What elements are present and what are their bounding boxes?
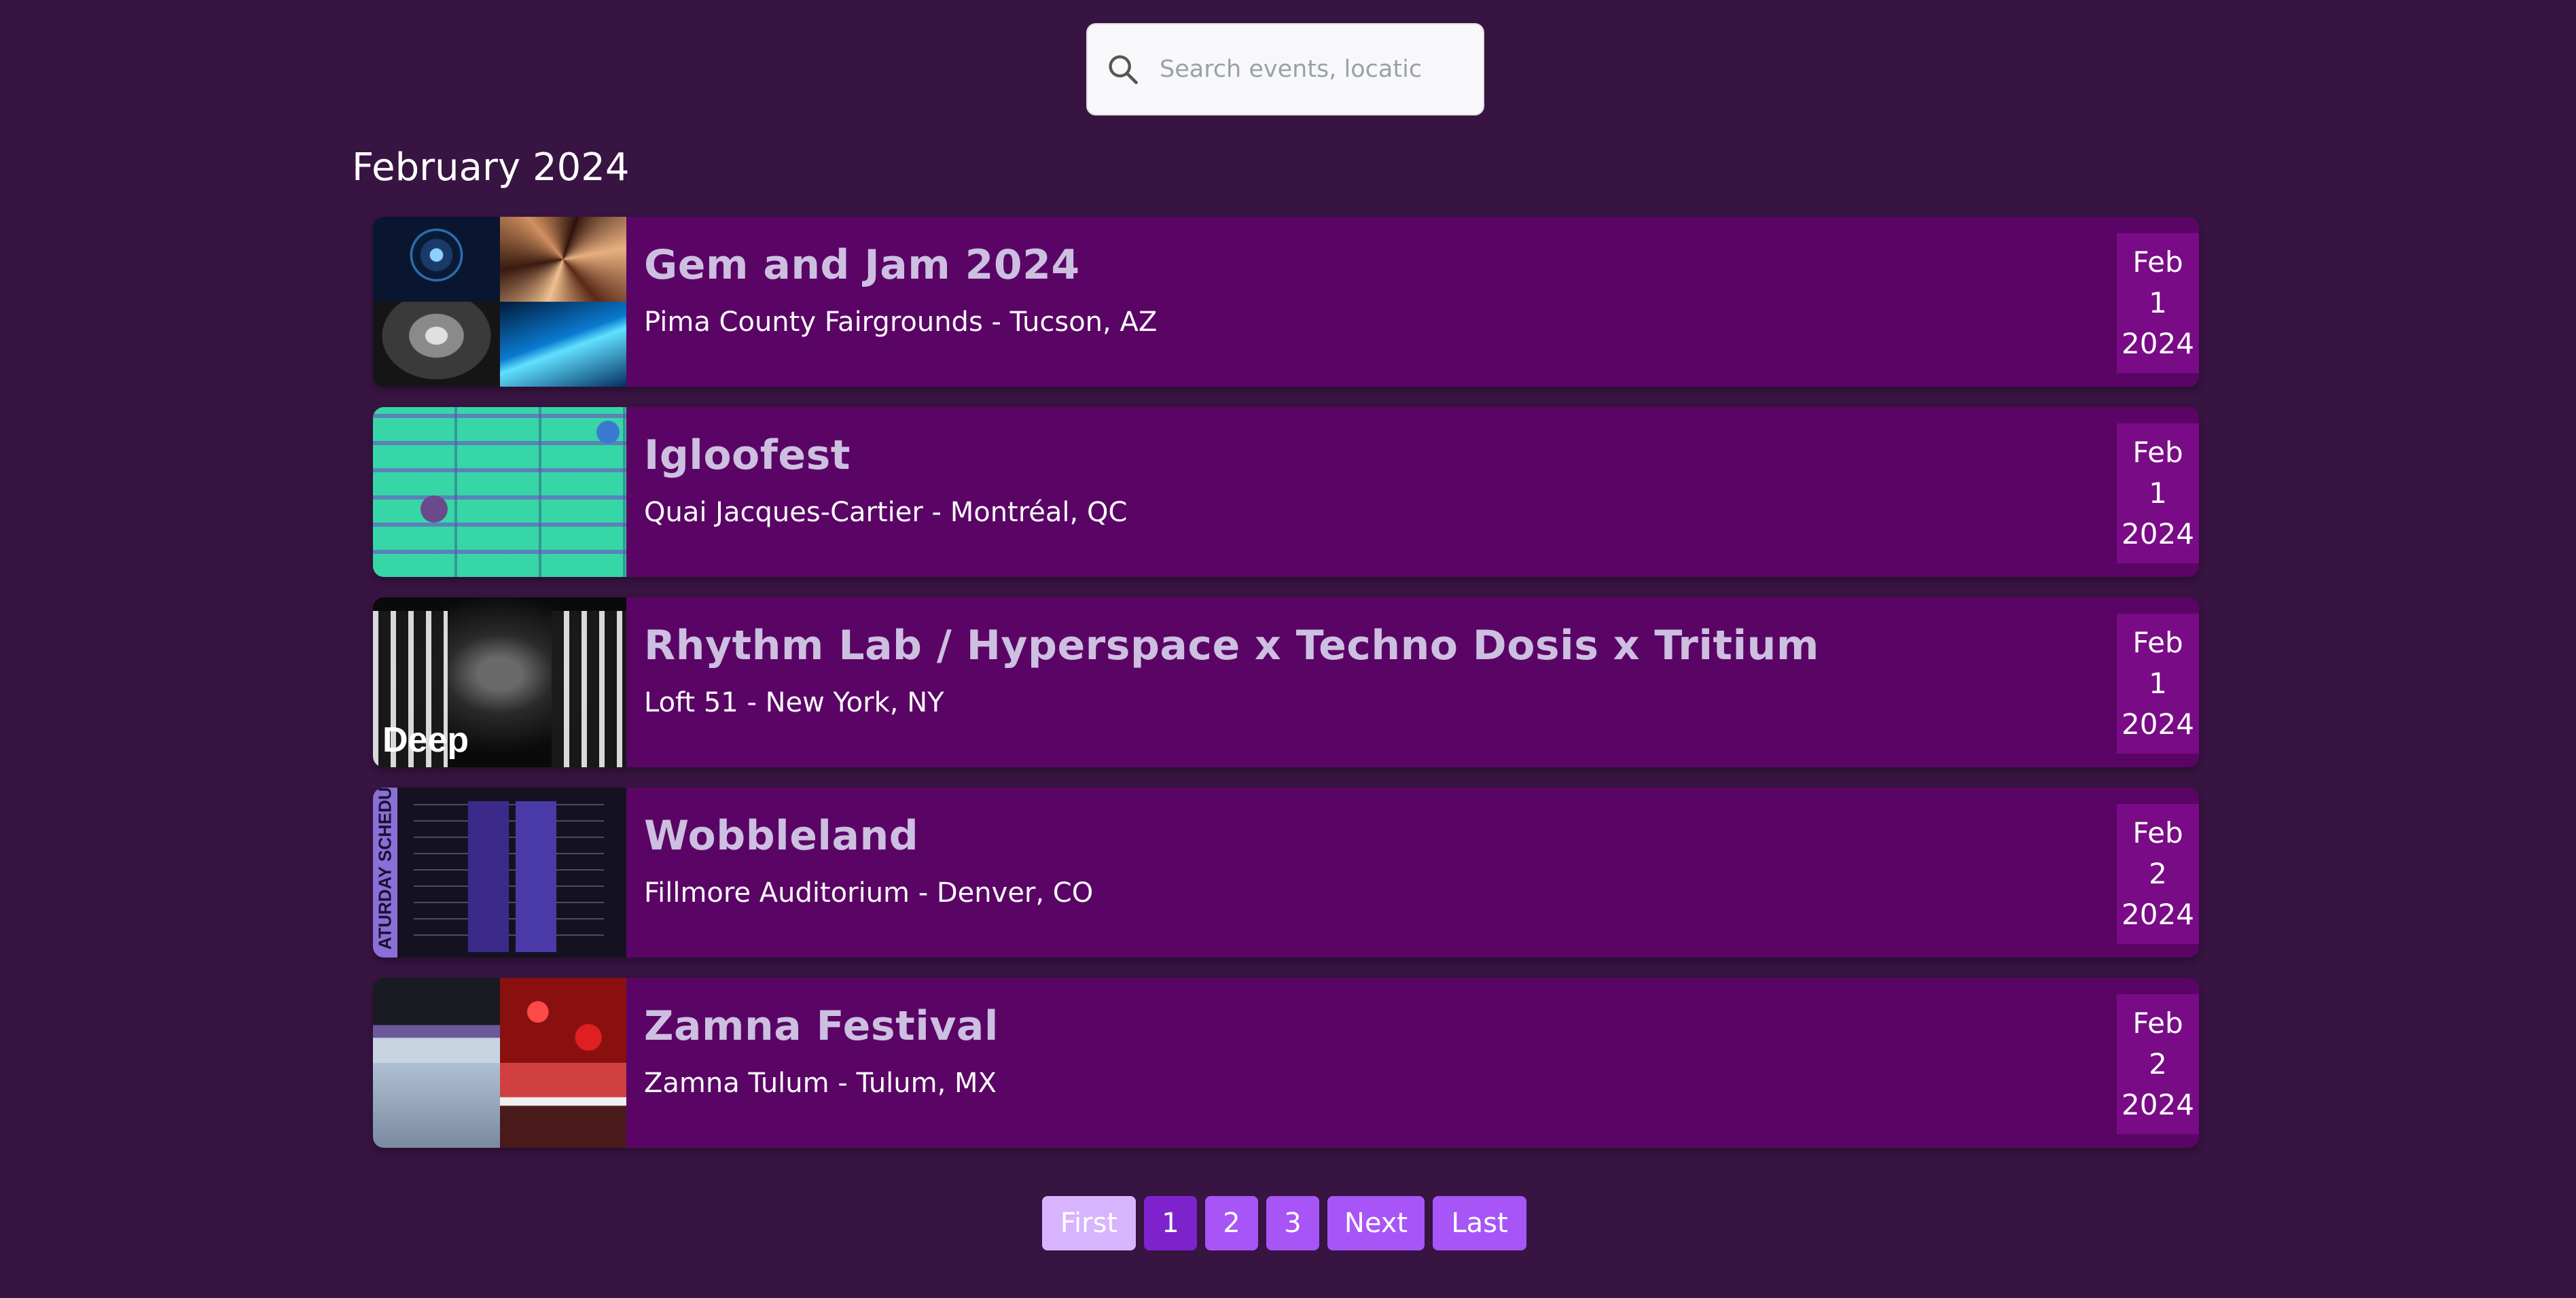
search-input[interactable] <box>1160 56 1431 83</box>
date-day: 2 <box>2149 857 2167 890</box>
event-title[interactable]: Gem and Jam 2024 <box>644 241 2199 289</box>
date-year: 2024 <box>2122 707 2194 741</box>
event-thumbnail <box>373 217 626 387</box>
first-page-button[interactable]: First <box>1042 1196 1136 1250</box>
event-thumbnail: ATURDAY SCHEDUL <box>373 788 626 958</box>
last-page-button[interactable]: Last <box>1433 1196 1526 1250</box>
event-title[interactable]: Wobbleland <box>644 812 2199 860</box>
event-date-badge: Feb 2 2024 <box>2117 804 2199 944</box>
search-icon <box>1109 55 1138 84</box>
search-box[interactable] <box>1086 23 1484 116</box>
date-year: 2024 <box>2122 517 2194 550</box>
date-year: 2024 <box>2122 1088 2194 1121</box>
thumbnail-caption: ATURDAY SCHEDUL <box>374 788 395 950</box>
event-card[interactable]: ATURDAY SCHEDUL Wobbleland Fillmore Audi… <box>373 788 2199 958</box>
event-date-badge: Feb 1 2024 <box>2117 614 2199 754</box>
thumbnail-caption: Deep <box>382 720 469 760</box>
event-card[interactable]: Zamna Festival Zamna Tulum - Tulum, MX F… <box>373 978 2199 1148</box>
date-year: 2024 <box>2122 327 2194 360</box>
date-day: 1 <box>2149 667 2167 700</box>
event-thumbnail <box>373 407 626 577</box>
date-month: Feb <box>2132 626 2183 659</box>
event-title[interactable]: Zamna Festival <box>644 1002 2199 1050</box>
date-month: Feb <box>2132 436 2183 469</box>
event-location: Loft 51 - New York, NY <box>644 687 944 718</box>
event-card[interactable]: Igloofest Quai Jacques-Cartier - Montréa… <box>373 407 2199 577</box>
event-location: Pima County Fairgrounds - Tucson, AZ <box>644 306 1158 338</box>
date-month: Feb <box>2132 245 2183 279</box>
month-heading: February 2024 <box>352 145 630 190</box>
event-title[interactable]: Igloofest <box>644 432 2199 479</box>
event-title[interactable]: Rhythm Lab / Hyperspace x Techno Dosis x… <box>644 622 2199 669</box>
page-2-button[interactable]: 2 <box>1205 1196 1258 1250</box>
event-location: Fillmore Auditorium - Denver, CO <box>644 877 1094 909</box>
event-date-badge: Feb 2 2024 <box>2117 994 2199 1134</box>
event-list: Gem and Jam 2024 Pima County Fairgrounds… <box>373 217 2199 1168</box>
date-year: 2024 <box>2122 898 2194 931</box>
event-thumbnail: Deep <box>373 597 626 767</box>
page-3-button[interactable]: 3 <box>1266 1196 1319 1250</box>
event-card[interactable]: Deep Rhythm Lab / Hyperspace x Techno Do… <box>373 597 2199 767</box>
date-day: 1 <box>2149 476 2167 510</box>
event-date-badge: Feb 1 2024 <box>2117 233 2199 373</box>
date-month: Feb <box>2132 816 2183 849</box>
date-day: 2 <box>2149 1047 2167 1081</box>
date-day: 1 <box>2149 286 2167 319</box>
event-date-badge: Feb 1 2024 <box>2117 423 2199 563</box>
event-location: Zamna Tulum - Tulum, MX <box>644 1068 997 1099</box>
event-thumbnail <box>373 978 626 1148</box>
date-month: Feb <box>2132 1006 2183 1040</box>
event-location: Quai Jacques-Cartier - Montréal, QC <box>644 497 1128 528</box>
page-1-button[interactable]: 1 <box>1144 1196 1197 1250</box>
pagination: First 1 2 3 Next Last <box>1042 1196 1526 1250</box>
event-card[interactable]: Gem and Jam 2024 Pima County Fairgrounds… <box>373 217 2199 387</box>
next-page-button[interactable]: Next <box>1327 1196 1425 1250</box>
